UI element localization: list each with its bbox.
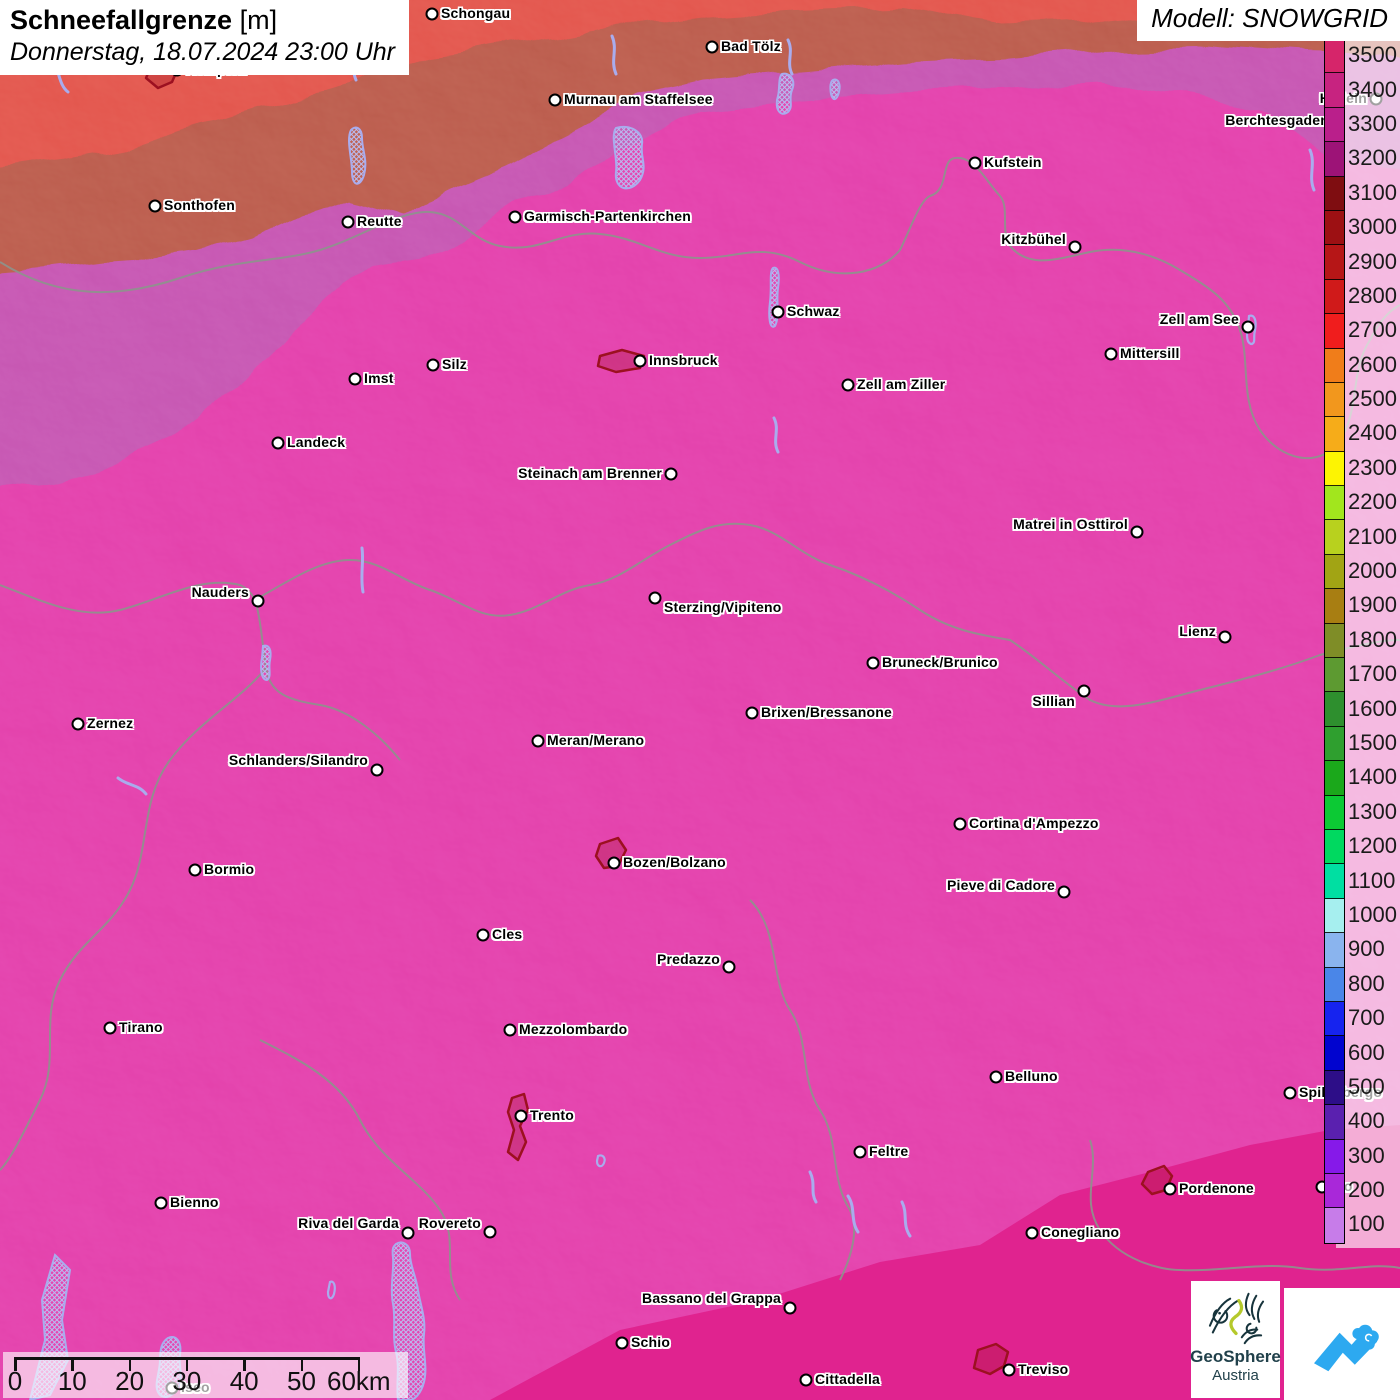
legend-color-cell [1325, 280, 1344, 314]
legend-color-cell [1325, 830, 1344, 864]
legend-color-cell [1325, 1071, 1344, 1105]
legend-color-cell [1325, 39, 1344, 73]
legend-color-cell [1325, 555, 1344, 589]
legend-tick-label: 2600 [1348, 348, 1397, 382]
legend-tick-label: 1100 [1348, 863, 1397, 897]
legend-color-cell [1325, 968, 1344, 1002]
legend-color-cell [1325, 108, 1344, 142]
title-datetime: Donnerstag, 18.07.2024 23:00 Uhr [10, 38, 395, 67]
legend-color-cell [1325, 933, 1344, 967]
legend-tick-label: 1900 [1348, 588, 1397, 622]
legend-tick-label: 2500 [1348, 382, 1397, 416]
legend-color-cell [1325, 692, 1344, 726]
title-box: Schneefallgrenze [m] Donnerstag, 18.07.2… [0, 0, 409, 75]
mountain-logo [1284, 1288, 1400, 1400]
legend-tick-label: 1500 [1348, 726, 1397, 760]
legend-tick-label: 2700 [1348, 313, 1397, 347]
legend-tick-label: 2800 [1348, 279, 1397, 313]
title-unit: [m] [240, 5, 278, 35]
geosphere-logo-name: GeoSphere [1190, 1347, 1281, 1367]
mountain-cloud-icon [1302, 1304, 1382, 1384]
legend-color-cell [1325, 899, 1344, 933]
legend-tick-label: 2200 [1348, 485, 1397, 519]
legend-tick-label: 900 [1348, 932, 1397, 966]
legend-color-cell [1325, 486, 1344, 520]
scalebar-label: 30 [172, 1366, 201, 1397]
legend-color-cell [1325, 1036, 1344, 1070]
legend-tick-label: 1400 [1348, 760, 1397, 794]
legend-labels: 3500340033003200310030002900280027002600… [1348, 38, 1397, 1242]
map-canvas: SchongauBad TölzKemptenMurnau am Staffel… [0, 0, 1400, 1400]
scalebar-label: 50 [287, 1366, 316, 1397]
model-label: Modell: SNOWGRID [1151, 3, 1388, 33]
legend-tick-label: 100 [1348, 1207, 1397, 1241]
legend-color-cell [1325, 245, 1344, 279]
legend-tick-label: 2300 [1348, 451, 1397, 485]
legend-tick-label: 1700 [1348, 657, 1397, 691]
distance-scalebar: 0 10 20 30 40 50 60km [3, 1352, 408, 1398]
legend-color-cell [1325, 796, 1344, 830]
legend-color-cell [1325, 142, 1344, 176]
legend-color-cell [1325, 349, 1344, 383]
scalebar-label: 0 [8, 1366, 22, 1397]
legend-color-cell [1325, 383, 1344, 417]
legend-color-cell [1325, 177, 1344, 211]
legend-tick-label: 1800 [1348, 623, 1397, 657]
legend-color-cell [1325, 1140, 1344, 1174]
legend-color-cell [1325, 1105, 1344, 1139]
legend-tick-label: 1200 [1348, 829, 1397, 863]
map-title: Schneefallgrenze [m] [10, 5, 395, 36]
scalebar-label: 60km [327, 1366, 391, 1397]
legend-tick-label: 2100 [1348, 519, 1397, 553]
legend-color-cell [1325, 761, 1344, 795]
legend-tick-label: 800 [1348, 967, 1397, 1001]
legend-color-cell [1325, 1002, 1344, 1036]
legend-tick-label: 500 [1348, 1070, 1397, 1104]
legend-color-cell [1325, 417, 1344, 451]
legend-color-cell [1325, 864, 1344, 898]
legend-tick-label: 3400 [1348, 72, 1397, 106]
legend-tick-label: 3500 [1348, 38, 1397, 72]
legend-color-cell [1325, 211, 1344, 245]
geosphere-contour-icon [1207, 1289, 1265, 1347]
legend-tick-label: 400 [1348, 1104, 1397, 1138]
legend-colorbar [1324, 38, 1345, 1244]
legend-color-cell [1325, 658, 1344, 692]
legend-tick-label: 2000 [1348, 554, 1397, 588]
geosphere-logo-sub: Austria [1212, 1367, 1259, 1384]
legend-color-cell [1325, 520, 1344, 554]
legend-tick-label: 600 [1348, 1035, 1397, 1069]
legend-color-cell [1325, 314, 1344, 348]
scalebar-label: 20 [115, 1366, 144, 1397]
legend-tick-label: 200 [1348, 1173, 1397, 1207]
legend-tick-label: 3000 [1348, 210, 1397, 244]
model-box: Modell: SNOWGRID [1137, 0, 1400, 41]
legend-tick-label: 3200 [1348, 141, 1397, 175]
title-text: Schneefallgrenze [10, 5, 232, 35]
legend-color-cell [1325, 73, 1344, 107]
legend-tick-label: 2400 [1348, 416, 1397, 450]
scalebar-label: 40 [230, 1366, 259, 1397]
legend-color-cell [1325, 727, 1344, 761]
legend-tick-label: 300 [1348, 1139, 1397, 1173]
legend-color-cell [1325, 1174, 1344, 1208]
legend-tick-label: 1000 [1348, 898, 1397, 932]
legend-tick-label: 1300 [1348, 795, 1397, 829]
legend-color-cell [1325, 589, 1344, 623]
legend-tick-label: 2900 [1348, 244, 1397, 278]
terrain-layers [0, 0, 1400, 1400]
legend-tick-label: 1600 [1348, 691, 1397, 725]
legend-tick-label: 3100 [1348, 176, 1397, 210]
legend-tick-label: 700 [1348, 1001, 1397, 1035]
legend-color-cell [1325, 452, 1344, 486]
legend-color-cell [1325, 624, 1344, 658]
legend-tick-label: 3300 [1348, 107, 1397, 141]
scalebar-label: 10 [58, 1366, 87, 1397]
geosphere-logo: GeoSphere Austria [1191, 1281, 1280, 1398]
legend-color-cell [1325, 1208, 1344, 1242]
